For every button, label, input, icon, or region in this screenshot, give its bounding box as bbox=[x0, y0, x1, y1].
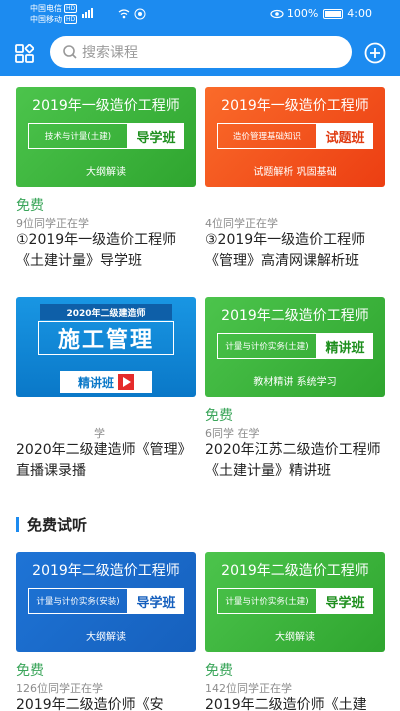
thumb-badge: 导学班 bbox=[128, 588, 184, 614]
section-accent-bar bbox=[16, 517, 19, 532]
wifi-icon bbox=[118, 8, 148, 23]
thumb-subject: 计量与计价实务(土建) bbox=[217, 333, 317, 359]
thumb-bottom-text: 大纲解读 bbox=[86, 167, 126, 178]
thumb-badge-box: 精讲班 bbox=[60, 371, 152, 393]
play-icon bbox=[118, 374, 134, 390]
search-placeholder: 搜索课程 bbox=[82, 45, 138, 61]
carrier-info: 中国电信 HD 中国移动 HD bbox=[30, 3, 78, 25]
section-title-text: 免费试听 bbox=[27, 516, 88, 534]
course-card[interactable]: 2019年一级造价工程师 造价管理基础知识 试题班 试题解析 巩固基础 4位同学正… bbox=[205, 87, 385, 272]
thumb-subject-box: 技术与计量(土建) 导学班 bbox=[28, 123, 184, 149]
thumb-main-title: 施工管理 bbox=[38, 321, 174, 355]
course-title[interactable]: 2020年江苏二级造价工程师《土建计量》精讲班 bbox=[205, 440, 385, 482]
course-card[interactable]: 2019年二级造价工程师 计量与计价实务(土建) 精讲班 教材精讲 系统学习 免费… bbox=[205, 297, 385, 482]
search-icon bbox=[63, 45, 77, 59]
battery-icon bbox=[323, 8, 344, 19]
course-card[interactable]: 2019年二级造价工程师 计量与计价实务(安装) 导学班 大纲解读 免费 126位… bbox=[16, 552, 196, 711]
course-learners: 学 bbox=[94, 427, 105, 440]
thumb-title: 2019年二级造价工程师 bbox=[32, 563, 180, 579]
hd-tag: HD bbox=[64, 4, 78, 13]
course-thumbnail[interactable]: 2019年二级造价工程师 计量与计价实务(安装) 导学班 大纲解读 bbox=[16, 552, 196, 652]
thumb-badge: 精讲班 bbox=[77, 375, 114, 390]
thumb-subject-box: 造价管理基础知识 试题班 bbox=[217, 123, 373, 149]
course-card[interactable]: 2019年二级造价工程师 计量与计价实务(土建) 导学班 大纲解读 免费 142位… bbox=[205, 552, 385, 711]
thumb-subject-box: 计量与计价实务(安装) 导学班 bbox=[28, 588, 184, 614]
thumb-bottom-text: 试题解析 巩固基础 bbox=[253, 167, 337, 178]
thumb-title: 2019年一级造价工程师 bbox=[221, 98, 369, 114]
course-price: 免费 bbox=[16, 663, 44, 679]
thumb-bottom-text: 教材精讲 系统学习 bbox=[253, 377, 337, 388]
thumb-subject: 造价管理基础知识 bbox=[217, 123, 317, 149]
thumb-badge: 精讲班 bbox=[317, 333, 373, 359]
course-title[interactable]: 2019年二级造价师《安 bbox=[16, 695, 196, 711]
thumb-badge: 导学班 bbox=[128, 123, 184, 149]
thumb-title: 2019年二级造价工程师 bbox=[221, 308, 369, 324]
course-title[interactable]: 2020年二级建造师《管理》直播课录播 bbox=[16, 440, 196, 482]
thumb-top-banner: 2020年二级建造师 bbox=[40, 304, 172, 320]
course-learners: 126位同学正在学 bbox=[16, 682, 103, 695]
course-price bbox=[16, 405, 196, 423]
course-price bbox=[205, 195, 385, 213]
course-thumbnail[interactable]: 2019年二级造价工程师 计量与计价实务(土建) 导学班 大纲解读 bbox=[205, 552, 385, 652]
course-thumbnail[interactable]: 2019年二级造价工程师 计量与计价实务(土建) 精讲班 教材精讲 系统学习 bbox=[205, 297, 385, 397]
course-thumbnail[interactable]: 2019年一级造价工程师 造价管理基础知识 试题班 试题解析 巩固基础 bbox=[205, 87, 385, 187]
course-learners: 9位同学正在学 bbox=[16, 217, 89, 230]
thumb-title: 2019年二级造价工程师 bbox=[221, 563, 369, 579]
thumb-bottom-text: 大纲解读 bbox=[86, 632, 126, 643]
course-card[interactable]: 2020年二级建造师 施工管理 精讲班 学 2020年二级建造师《管理》直播课录… bbox=[16, 297, 196, 482]
category-grid-icon[interactable] bbox=[15, 44, 34, 63]
course-price: 免费 bbox=[205, 663, 233, 679]
thumb-badge: 试题班 bbox=[317, 123, 373, 149]
course-thumbnail[interactable]: 2020年二级建造师 施工管理 精讲班 bbox=[16, 297, 196, 397]
eye-icon bbox=[270, 9, 284, 18]
course-title[interactable]: 2019年二级造价师《土建 bbox=[205, 695, 385, 711]
add-icon[interactable] bbox=[364, 42, 386, 64]
course-price: 免费 bbox=[205, 408, 233, 424]
signal-icon bbox=[82, 8, 93, 18]
carrier-2: 中国移动 bbox=[30, 15, 62, 24]
thumb-bottom-text: 大纲解读 bbox=[275, 632, 315, 643]
course-title[interactable]: ①2019年一级造价工程师《土建计量》导学班 bbox=[16, 230, 196, 272]
course-thumbnail[interactable]: 2019年一级造价工程师 技术与计量(土建) 导学班 大纲解读 bbox=[16, 87, 196, 187]
app-header: 搜索课程 bbox=[0, 30, 400, 76]
thumb-subject: 技术与计量(土建) bbox=[28, 123, 128, 149]
status-right: 100% 4:00 bbox=[270, 7, 372, 20]
carrier-1: 中国电信 bbox=[30, 4, 62, 13]
course-price: 免费 bbox=[16, 198, 44, 214]
status-bar: 中国电信 HD 中国移动 HD 100% 4:00 bbox=[0, 0, 400, 30]
course-card[interactable]: 2019年一级造价工程师 技术与计量(土建) 导学班 大纲解读 免费 9位同学正在… bbox=[16, 87, 196, 272]
course-title[interactable]: ③2019年一级造价工程师《管理》高清网课解析班 bbox=[205, 230, 385, 272]
course-learners: 6同学 在学 bbox=[205, 427, 260, 440]
hd-tag: HD bbox=[64, 15, 78, 24]
thumb-subject-box: 计量与计价实务(土建) 精讲班 bbox=[217, 333, 373, 359]
search-bar[interactable]: 搜索课程 bbox=[50, 36, 352, 68]
battery-percent: 100% bbox=[286, 7, 319, 20]
thumb-title: 2019年一级造价工程师 bbox=[32, 98, 180, 114]
course-learners: 4位同学正在学 bbox=[205, 217, 278, 230]
thumb-subject-box: 计量与计价实务(土建) 导学班 bbox=[217, 588, 373, 614]
thumb-subject: 计量与计价实务(土建) bbox=[217, 588, 317, 614]
clock: 4:00 bbox=[347, 7, 372, 20]
thumb-subject: 计量与计价实务(安装) bbox=[28, 588, 128, 614]
thumb-badge: 导学班 bbox=[317, 588, 373, 614]
section-title-free-trial: 免费试听 bbox=[16, 514, 87, 535]
course-learners: 142位同学正在学 bbox=[205, 682, 292, 695]
